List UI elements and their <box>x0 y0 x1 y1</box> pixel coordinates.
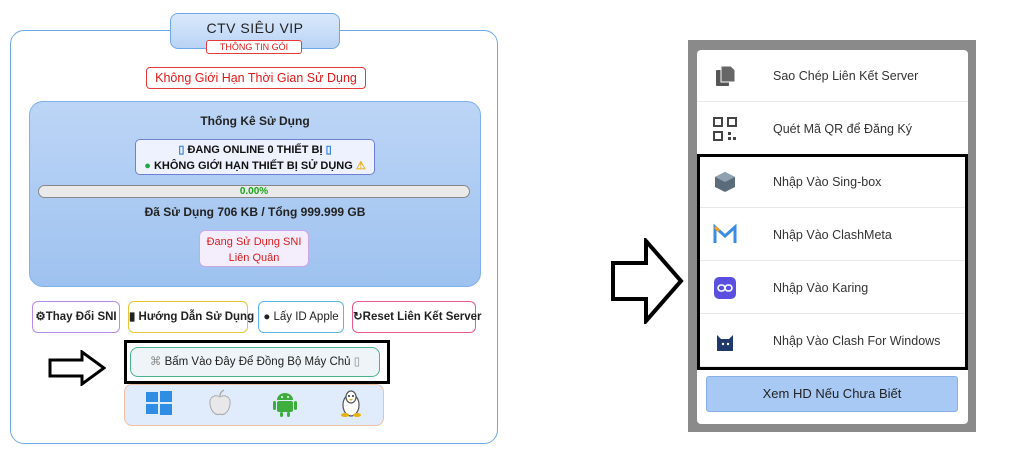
arrow-right-icon <box>48 350 106 386</box>
copy-icon <box>716 65 736 86</box>
apple-logo-icon: ● <box>263 311 271 323</box>
arrow-right-icon <box>611 238 684 324</box>
windows-icon[interactable] <box>144 388 174 418</box>
warning-icon: ⚠ <box>355 160 366 172</box>
sync-server-label: Bấm Vào Đây Để Đồng Bộ Máy Chủ <box>164 356 351 368</box>
reset-server-link-label: Reset Liên Kết Server <box>362 311 482 323</box>
qr-code-icon <box>713 117 737 141</box>
rss-icon: ⌘ <box>149 356 162 368</box>
reset-icon: ↻ <box>353 311 363 323</box>
menu-item-copy-link[interactable]: Sao Chép Liên Kết Server <box>697 50 968 102</box>
import-options-highlight-box <box>697 154 968 370</box>
usage-progress-label: 0.00% <box>239 186 269 197</box>
package-subtitle: THÔNG TIN GÓI <box>206 40 302 54</box>
phone-icon: ▯ <box>178 144 185 156</box>
gears-icon: ⚙ <box>35 311 46 323</box>
check-circle-icon: ● <box>144 160 151 172</box>
android-icon[interactable] <box>270 388 300 418</box>
reset-server-link-button[interactable]: ↻Reset Liên Kết Server <box>352 301 482 333</box>
sync-server-button[interactable]: ⌘ Bấm Vào Đây Để Đồng Bộ Máy Chủ ▯ <box>130 347 380 377</box>
apple-icon[interactable] <box>205 388 235 418</box>
user-guide-label: Hướng Dẫn Sử Dụng <box>138 311 255 323</box>
menu-item-label: Quét Mã QR để Đăng Ký <box>773 122 912 136</box>
current-sni-box: Đang Sử Dụng SNI Liên Quân <box>199 230 309 267</box>
view-guide-button[interactable]: Xem HD Nếu Chưa Biết <box>706 376 958 412</box>
user-guide-button[interactable]: ▮ Hướng Dẫn Sử Dụng <box>128 301 254 333</box>
usage-stats-title: Thống Kê Sử Dụng <box>200 114 310 128</box>
package-title-text: CTV SIÊU VIP <box>206 20 304 36</box>
menu-item-scan-qr[interactable]: Quét Mã QR để Đăng Ký <box>697 103 968 155</box>
get-apple-id-button[interactable]: ● Lấy ID Apple <box>258 301 344 333</box>
get-apple-id-label: Lấy ID Apple <box>273 311 339 323</box>
usage-amount-text: Đã Sử Dụng 706 KB / Tổng 999.999 GB <box>144 205 366 219</box>
online-devices-line: ▯ ĐANG ONLINE 0 THIẾT BỊ ▯ <box>136 142 374 158</box>
device-status-box: ▯ ĐANG ONLINE 0 THIẾT BỊ ▯ ● KHÔNG GIỚI … <box>135 139 375 175</box>
unlimited-time-badge: Không Giới Hạn Thời Gian Sử Dụng <box>146 67 366 89</box>
change-sni-button[interactable]: ⚙Thay Đổi SNI <box>32 301 120 333</box>
current-sni-label: Đang Sử Dụng SNI <box>206 236 302 248</box>
current-sni-value: Liên Quân <box>228 252 280 264</box>
phone-icon: ▯ <box>325 144 332 156</box>
sync-phone-icon: ▯ <box>353 356 361 368</box>
online-devices-text: ĐANG ONLINE 0 THIẾT BỊ <box>187 144 323 156</box>
change-sni-label: Thay Đổi SNI <box>45 311 117 323</box>
book-icon: ▮ <box>129 311 136 323</box>
device-limit-line: ● KHÔNG GIỚI HẠN THIẾT BỊ SỬ DỤNG ⚠ <box>136 158 374 174</box>
device-limit-text: KHÔNG GIỚI HẠN THIẾT BỊ SỬ DỤNG <box>153 160 353 172</box>
linux-icon[interactable] <box>336 388 366 418</box>
menu-item-label: Sao Chép Liên Kết Server <box>773 69 919 83</box>
